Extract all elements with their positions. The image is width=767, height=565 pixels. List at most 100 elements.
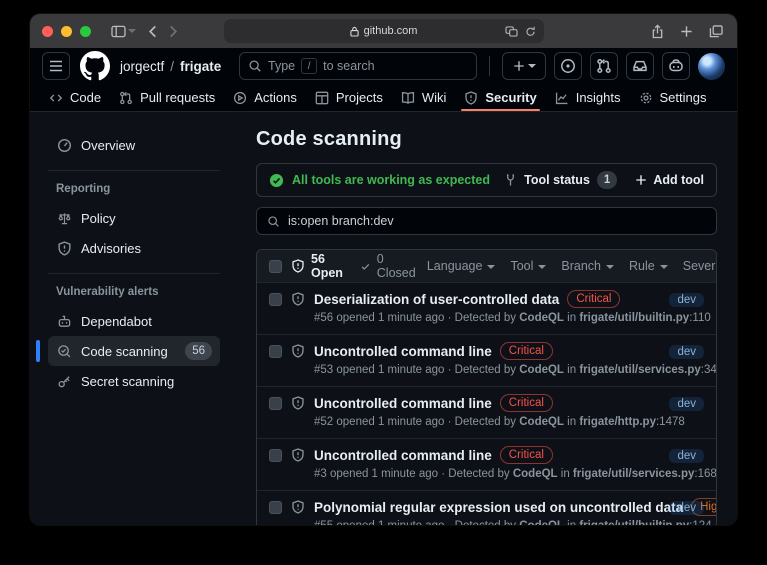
plus-icon bbox=[513, 60, 525, 72]
row-checkbox[interactable] bbox=[269, 397, 282, 410]
branch-badge[interactable]: dev bbox=[669, 293, 704, 307]
closed-alerts-toggle[interactable]: 0 Closed bbox=[360, 252, 418, 280]
global-menu-button[interactable] bbox=[42, 52, 70, 80]
row-checkbox[interactable] bbox=[269, 293, 282, 306]
close-window-button[interactable] bbox=[42, 26, 53, 37]
branch-filter-dropdown[interactable]: Branch bbox=[561, 259, 614, 273]
lock-icon bbox=[350, 26, 359, 37]
tab-overview-icon[interactable] bbox=[709, 25, 723, 38]
create-new-button[interactable] bbox=[502, 52, 546, 80]
shield-icon bbox=[56, 241, 72, 256]
breadcrumb-owner[interactable]: jorgectf bbox=[120, 59, 164, 74]
detecting-tool: CodeQL bbox=[513, 468, 558, 480]
alert-title-link[interactable]: Deserialization of user-controlled data bbox=[314, 292, 559, 307]
severity-badge[interactable]: Critical bbox=[500, 394, 553, 412]
banner-message: All tools are working as expected bbox=[292, 173, 490, 187]
pull-requests-button[interactable] bbox=[590, 52, 618, 80]
tool-status-button[interactable]: Tool status 1 bbox=[504, 171, 617, 189]
address-bar[interactable]: github.com bbox=[224, 19, 544, 43]
tab-pull-requests[interactable]: Pull requests bbox=[110, 84, 224, 111]
detecting-tool: CodeQL bbox=[519, 520, 564, 525]
page-title: Code scanning bbox=[256, 128, 717, 151]
branch-badge[interactable]: dev bbox=[669, 449, 704, 463]
github-logo[interactable] bbox=[80, 51, 110, 81]
codescan-icon bbox=[56, 344, 72, 359]
alert-row[interactable]: Uncontrolled command line Critical #3 op… bbox=[257, 438, 716, 490]
alert-row[interactable]: Uncontrolled command line Critical #52 o… bbox=[257, 386, 716, 438]
alert-filter-input[interactable]: is:open branch:dev bbox=[256, 207, 717, 235]
code-scanning-count-badge: 56 bbox=[185, 342, 212, 360]
row-checkbox[interactable] bbox=[269, 501, 282, 514]
detecting-tool: CodeQL bbox=[519, 364, 564, 376]
forward-button[interactable] bbox=[169, 25, 178, 38]
alert-file-path: frigate/util/builtin.py bbox=[579, 312, 689, 324]
row-checkbox[interactable] bbox=[269, 345, 282, 358]
tab-wiki[interactable]: Wiki bbox=[392, 84, 456, 111]
branch-badge[interactable]: dev bbox=[669, 397, 704, 411]
severity-badge[interactable]: Critical bbox=[500, 446, 553, 464]
key-icon bbox=[56, 374, 72, 389]
copilot-button[interactable] bbox=[662, 52, 690, 80]
sidebar-chevron-icon[interactable] bbox=[128, 29, 136, 33]
inbox-button[interactable] bbox=[626, 52, 654, 80]
alert-title-link[interactable]: Uncontrolled command line bbox=[314, 396, 492, 411]
back-button[interactable] bbox=[148, 25, 157, 38]
inbox-icon bbox=[632, 58, 648, 74]
alert-file-path: frigate/util/services.py bbox=[573, 468, 694, 480]
slash-keycap: / bbox=[301, 58, 317, 74]
branch-badge[interactable]: dev bbox=[669, 345, 704, 359]
alert-meta: #56 opened 1 minute ago · Detected by Co… bbox=[314, 312, 711, 324]
severity-filter-dropdown[interactable]: Severity bbox=[683, 259, 717, 273]
search-placeholder-suffix: to search bbox=[323, 59, 374, 73]
sidebar-item-advisories[interactable]: Advisories bbox=[48, 233, 220, 263]
tab-insights[interactable]: Insights bbox=[546, 84, 630, 111]
alert-row[interactable]: Polynomial regular expression used on un… bbox=[257, 490, 716, 525]
user-avatar[interactable] bbox=[698, 53, 725, 80]
alert-row-body: Uncontrolled command line Critical #52 o… bbox=[314, 394, 660, 430]
chevron-down-icon bbox=[528, 64, 536, 68]
sidebar-toggle-icon[interactable] bbox=[111, 25, 126, 38]
row-checkbox[interactable] bbox=[269, 449, 282, 462]
select-all-checkbox[interactable] bbox=[269, 260, 282, 273]
sidebar-section-reporting: Reporting bbox=[48, 181, 220, 203]
alert-title-link[interactable]: Uncontrolled command line bbox=[314, 448, 492, 463]
new-tab-icon[interactable] bbox=[680, 25, 693, 38]
minimize-window-button[interactable] bbox=[61, 26, 72, 37]
shield-alert-icon bbox=[291, 259, 305, 273]
zoom-window-button[interactable] bbox=[80, 26, 91, 37]
sidebar-item-policy[interactable]: Policy bbox=[48, 203, 220, 233]
severity-badge[interactable]: Critical bbox=[567, 290, 620, 308]
reload-icon[interactable] bbox=[525, 25, 536, 37]
issues-button[interactable] bbox=[554, 52, 582, 80]
open-alerts-toggle[interactable]: 56 Open bbox=[291, 252, 343, 280]
sidebar-item-code-scanning[interactable]: Code scanning 56 bbox=[48, 336, 220, 366]
alert-title-link[interactable]: Polynomial regular expression used on un… bbox=[314, 500, 683, 515]
sidebar-divider bbox=[48, 273, 220, 274]
book-icon bbox=[401, 91, 415, 105]
tool-filter-dropdown[interactable]: Tool bbox=[510, 259, 546, 273]
sidebar-item-overview[interactable]: Overview bbox=[48, 130, 220, 160]
breadcrumb-repo[interactable]: frigate bbox=[180, 59, 221, 74]
sidebar-item-secret-scanning[interactable]: Secret scanning bbox=[48, 366, 220, 396]
rule-filter-dropdown[interactable]: Rule bbox=[629, 259, 668, 273]
add-tool-button[interactable]: Add tool bbox=[635, 173, 704, 187]
tab-actions[interactable]: Actions bbox=[224, 84, 306, 111]
alert-row[interactable]: Uncontrolled command line Critical #53 o… bbox=[257, 334, 716, 386]
code-icon bbox=[49, 91, 63, 105]
alert-rows: Deserialization of user-controlled data … bbox=[257, 282, 716, 525]
sidebar-item-dependabot[interactable]: Dependabot bbox=[48, 306, 220, 336]
tab-code[interactable]: Code bbox=[40, 84, 110, 111]
global-search-input[interactable]: Type / to search bbox=[239, 52, 477, 80]
severity-badge[interactable]: Critical bbox=[500, 342, 553, 360]
language-filter-dropdown[interactable]: Language bbox=[427, 259, 496, 273]
alert-title-link[interactable]: Uncontrolled command line bbox=[314, 344, 492, 359]
branch-badge[interactable]: dev bbox=[669, 501, 704, 515]
copilot-icon bbox=[668, 58, 684, 74]
tab-projects[interactable]: Projects bbox=[306, 84, 392, 111]
git-pull-request-icon bbox=[596, 58, 612, 74]
tab-settings[interactable]: Settings bbox=[630, 84, 716, 111]
tab-security[interactable]: Security bbox=[455, 84, 545, 111]
privacy-badge-icon[interactable] bbox=[505, 26, 518, 37]
alert-row[interactable]: Deserialization of user-controlled data … bbox=[257, 282, 716, 334]
share-icon[interactable] bbox=[651, 24, 664, 39]
